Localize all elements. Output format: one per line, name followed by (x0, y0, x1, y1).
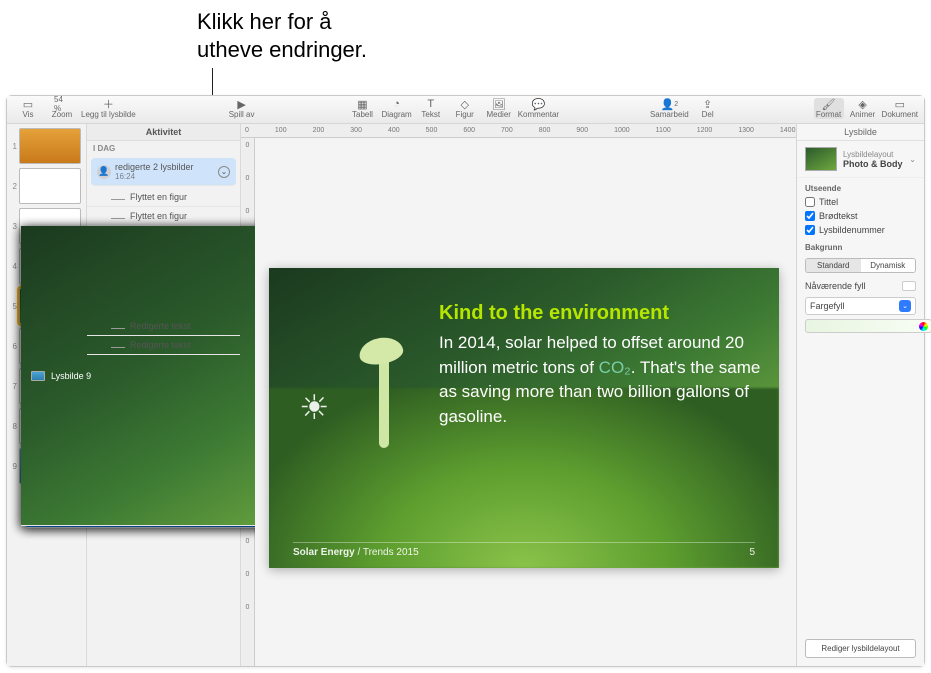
fill-type-dropdown[interactable]: Fargefyll ⌄ (805, 297, 916, 315)
table-button[interactable]: ▦Tabell (347, 98, 377, 119)
slide-body-text[interactable]: In 2014, solar helped to offset around 2… (439, 331, 779, 430)
co2-highlight: CO₂ (599, 358, 631, 377)
layout-picker[interactable]: Lysbildelayout Photo & Body ⌄ (797, 141, 924, 178)
segment-dynamic[interactable]: Dynamisk (861, 259, 916, 272)
layout-thumb (805, 147, 837, 171)
shape-button[interactable]: ◇Figur (450, 98, 480, 119)
animate-button[interactable]: ◈Animer (848, 98, 878, 119)
slide-canvas[interactable]: ☀ Kind to the environment In 2014, solar… (255, 138, 796, 666)
comment-button[interactable]: 💬Kommentar (518, 98, 559, 119)
title-checkbox[interactable]: Tittel (797, 195, 924, 209)
zoom-button[interactable]: 54 %Zoom (47, 98, 77, 119)
leaf-graphic (357, 334, 405, 367)
current-fill-swatch[interactable] (902, 281, 916, 291)
play-button[interactable]: ▶Spill av (227, 98, 257, 119)
slide-footer: Solar Energy / Trends 2015 5 (293, 542, 755, 558)
chevron-down-icon: ⌄ (909, 155, 916, 164)
sun-icon: ☀ (299, 388, 329, 428)
background-mode-segment[interactable]: Standard Dynamisk (805, 258, 916, 273)
current-fill-label: Nåværende fyll (805, 281, 866, 291)
edit-layout-button[interactable]: Rediger lysbildelayout (805, 639, 916, 658)
background-section: Bakgrunn (797, 237, 924, 254)
slide-thumb-1[interactable] (19, 128, 81, 164)
slide-mini-icon (31, 371, 45, 381)
activity-change[interactable]: Redigerte tekst (87, 336, 240, 355)
callout-text: Klikk her for å utheve endringer. (197, 8, 367, 63)
user-avatar-icon: 👤 (97, 165, 111, 179)
text-button[interactable]: TTekst (416, 98, 446, 119)
inspector-panel-title: Lysbilde (797, 124, 924, 141)
horizontal-ruler[interactable]: 0100200300400500600700800900100011001200… (241, 124, 796, 138)
activity-change[interactable]: Flyttet en figur (87, 207, 240, 226)
activity-change[interactable]: Flyttet en figur (87, 188, 240, 207)
body-checkbox[interactable]: Brødtekst (797, 209, 924, 223)
document-button[interactable]: ▭Dokument (882, 98, 918, 119)
slide-title-text[interactable]: Kind to the environment (439, 302, 749, 325)
activity-group-1[interactable]: 👤 redigerte 2 lysbilder 16:24 ⌄ (91, 158, 236, 186)
toolbar: ▭Vis 54 %Zoom ＋Legg til lysbilde ▶Spill … (7, 96, 924, 124)
activity-today-label: I DAG (87, 141, 240, 156)
chevron-down-icon[interactable]: ⌄ (218, 166, 230, 178)
activity-title: Aktivitet (87, 124, 240, 141)
activity-change[interactable]: Redigerte tekst (87, 317, 240, 336)
app-window: ▭Vis 54 %Zoom ＋Legg til lysbilde ▶Spill … (6, 95, 925, 667)
share-button[interactable]: ⇪Del (693, 98, 723, 119)
fill-color-well[interactable] (805, 319, 931, 333)
format-button[interactable]: 🖌Format (814, 98, 844, 119)
activity-panel: Aktivitet I DAG 👤 redigerte 2 lysbilder … (87, 124, 241, 666)
slide-content[interactable]: ☀ Kind to the environment In 2014, solar… (269, 268, 779, 568)
add-slide-button[interactable]: ＋Legg til lysbilde (81, 98, 136, 119)
view-button[interactable]: ▭Vis (13, 98, 43, 119)
appearance-section: Utseende (797, 178, 924, 195)
slide-number-checkbox[interactable]: Lysbildenummer (797, 223, 924, 237)
segment-standard[interactable]: Standard (806, 259, 861, 272)
slide-thumb-2[interactable] (19, 168, 81, 204)
collaborate-button[interactable]: 👤2Samarbeid (650, 98, 689, 119)
slide-page-number: 5 (749, 547, 755, 558)
dropdown-icon: ⌄ (899, 300, 911, 312)
chart-button[interactable]: ◔Diagram (381, 98, 411, 119)
media-button[interactable]: 🖼Medier (484, 98, 514, 119)
inspector-panel: Lysbilde Lysbildelayout Photo & Body ⌄ U… (796, 124, 924, 666)
